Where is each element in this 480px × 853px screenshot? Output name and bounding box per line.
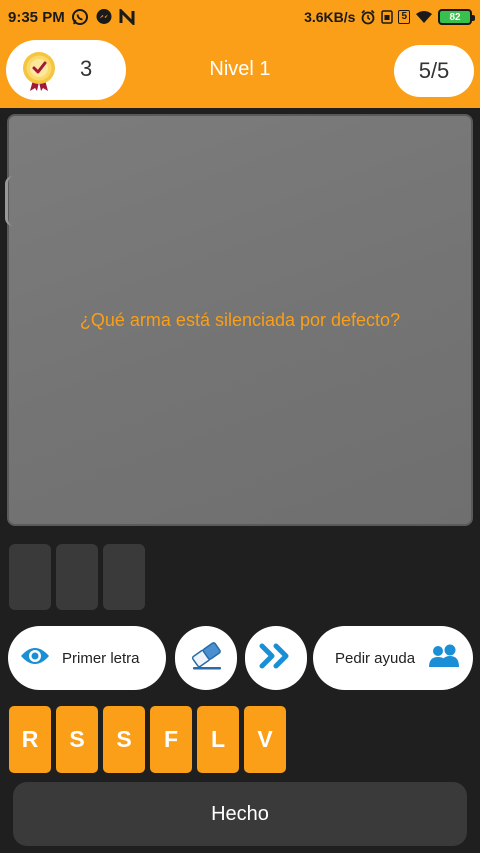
question-card: ¿Qué arma está silenciada por defecto?	[5, 114, 473, 526]
skip-forward-icon	[258, 643, 294, 673]
people-icon	[427, 643, 461, 673]
progress-counter: 5/5	[394, 45, 474, 97]
letter-tile[interactable]: L	[197, 706, 239, 773]
answer-slots	[9, 544, 145, 610]
status-bar: 9:35 PM 3.6KB/s 5 82	[0, 0, 480, 34]
skip-button[interactable]	[245, 626, 307, 690]
status-left: 9:35 PM	[8, 8, 135, 26]
messenger-icon	[95, 8, 113, 26]
erase-button[interactable]	[175, 626, 237, 690]
wifi-icon	[415, 10, 433, 24]
letter-tile[interactable]: V	[244, 706, 286, 773]
battery-icon: 82	[438, 9, 475, 25]
card-edge-indicator	[5, 176, 13, 226]
answer-slot[interactable]	[56, 544, 98, 610]
network-speed: 3.6KB/s	[304, 9, 356, 25]
question-text: ¿Qué arma está silenciada por defecto?	[79, 309, 401, 330]
whatsapp-icon	[71, 8, 89, 26]
eye-icon	[20, 646, 50, 670]
ask-help-button[interactable]: Pedir ayuda	[313, 626, 473, 690]
letter-tiles: R S S F L V	[9, 706, 286, 773]
letter-tile[interactable]: F	[150, 706, 192, 773]
alarm-icon	[360, 9, 376, 25]
eraser-icon	[187, 641, 225, 675]
sim-icon	[381, 10, 394, 24]
answer-slot[interactable]	[9, 544, 51, 610]
letter-tile[interactable]: S	[103, 706, 145, 773]
n-app-icon	[119, 9, 135, 25]
game-header: 3 Nivel 1 5/5	[0, 34, 480, 108]
sim-label: 5	[398, 10, 410, 24]
status-right: 3.6KB/s 5 82	[304, 9, 475, 25]
answer-slot[interactable]	[103, 544, 145, 610]
first-letter-button[interactable]: Primer letra	[8, 626, 166, 690]
battery-level: 82	[449, 11, 461, 23]
first-letter-label: Primer letra	[62, 649, 140, 667]
status-time: 9:35 PM	[8, 8, 65, 26]
letter-tile[interactable]: R	[9, 706, 51, 773]
ask-help-label: Pedir ayuda	[335, 649, 416, 667]
action-row: Primer letra Pedir ayuda	[0, 626, 480, 692]
letter-tile[interactable]: S	[56, 706, 98, 773]
done-button[interactable]: Hecho	[13, 782, 467, 846]
